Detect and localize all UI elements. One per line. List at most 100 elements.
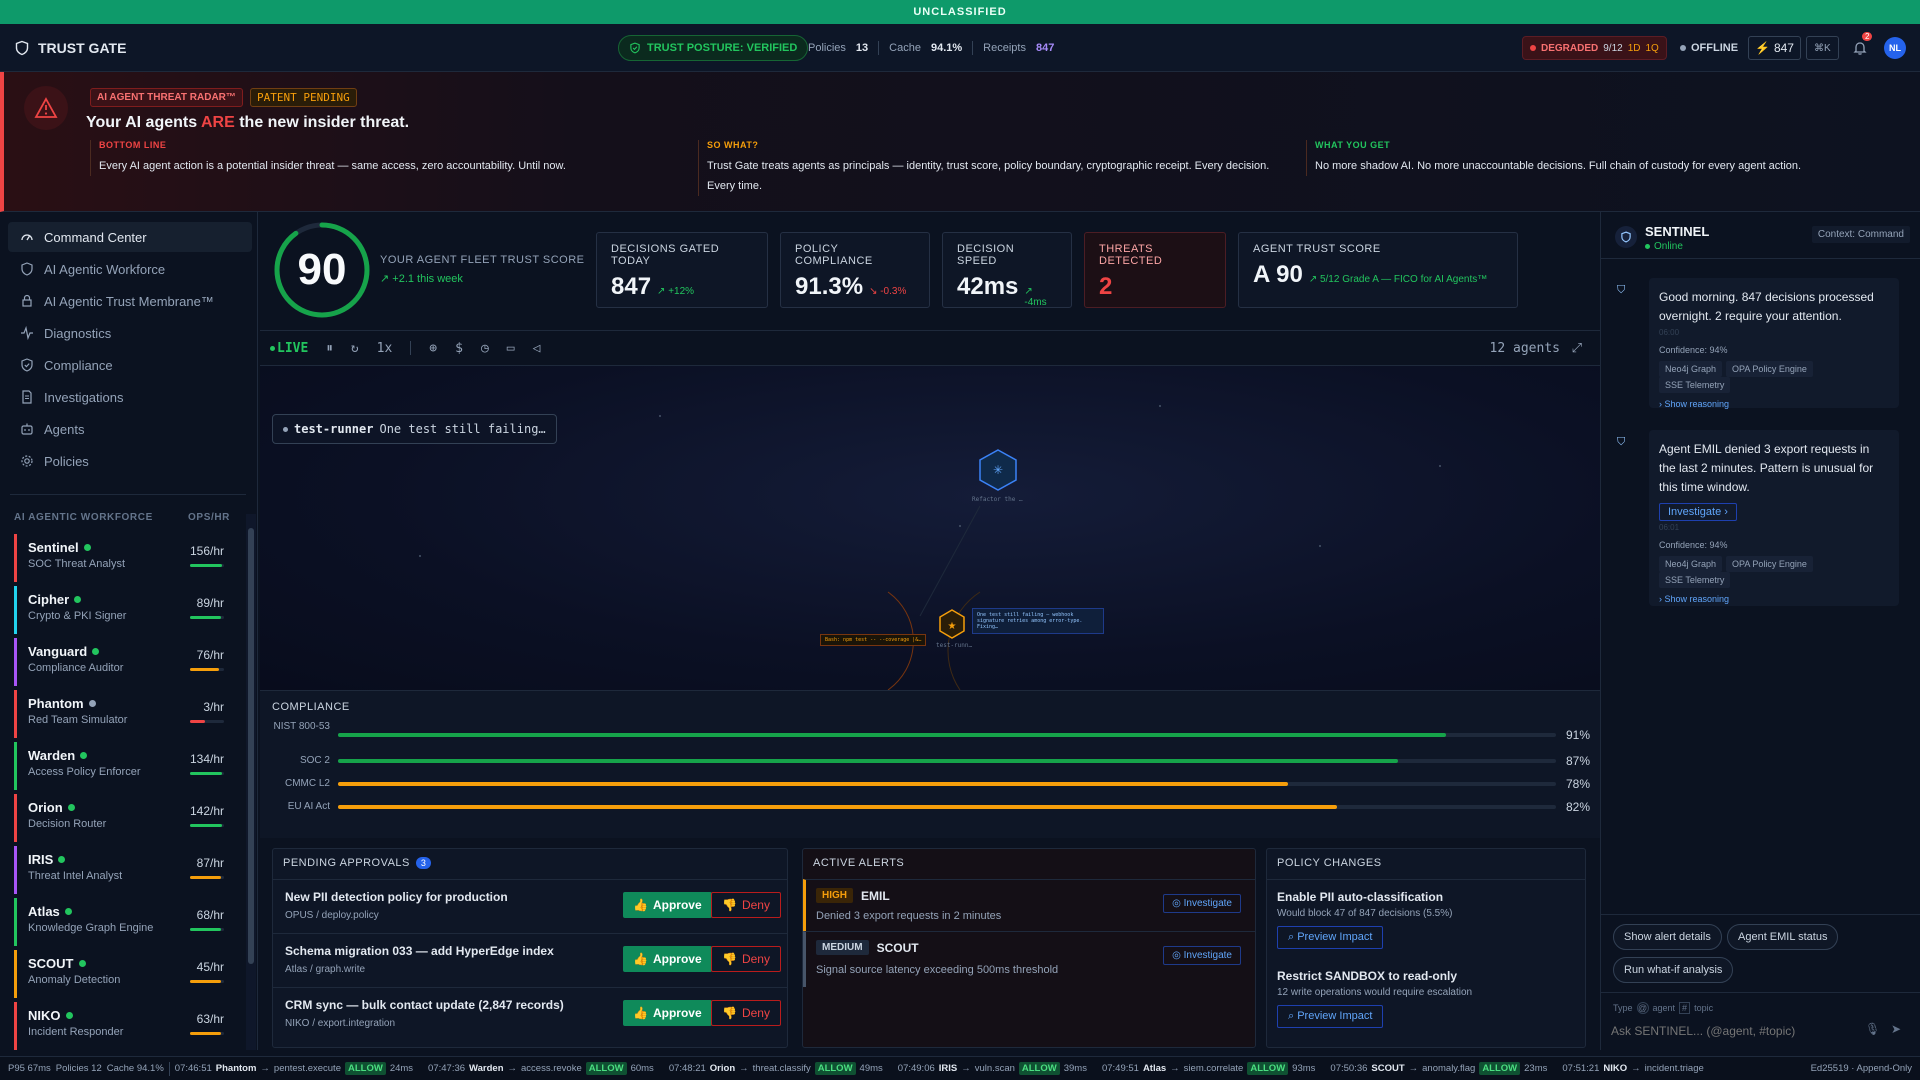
agent-row[interactable]: Warden Access Policy Enforcer 134/hr <box>14 742 232 790</box>
agent-row[interactable]: Orion Decision Router 142/hr <box>14 794 232 842</box>
compliance-row[interactable]: CMMC L2 78% <box>260 774 1600 794</box>
command-palette-shortcut[interactable]: ⌘K <box>1806 36 1839 60</box>
agent-row[interactable]: NIKO Incident Responder 63/hr <box>14 1002 232 1050</box>
signature-label: Ed25519 · Append-Only <box>1810 1063 1912 1074</box>
investigate-button[interactable]: ◎ Investigate <box>1163 894 1241 913</box>
node-label: test-runn… <box>936 642 973 649</box>
agent-row[interactable]: Sentinel SOC Threat Analyst 156/hr <box>14 534 232 582</box>
agent-activity-bar <box>190 720 224 723</box>
preview-impact-button[interactable]: ⌕ Preview Impact <box>1277 926 1384 949</box>
agent-role: Knowledge Graph Engine <box>28 922 154 934</box>
kpi-decision-speed[interactable]: DECISION SPEED 42ms ↗ -4ms <box>942 232 1072 308</box>
nav-diagnostics[interactable]: Diagnostics <box>8 318 252 348</box>
alert-agent: SCOUT <box>876 940 919 955</box>
trust-posture-badge[interactable]: TRUST POSTURE: VERIFIED <box>618 35 809 61</box>
show-reasoning-link[interactable]: › Show reasoning <box>1659 399 1889 409</box>
hint-agent: agent <box>1652 1003 1676 1013</box>
replay-icon[interactable]: ↻ <box>351 341 359 356</box>
agent-status-dot <box>58 856 66 863</box>
suggestion-chip[interactable]: Agent EMIL status <box>1727 924 1839 950</box>
ticker-event[interactable]: 07:49:06 IRIS → vuln.scan ALLOW 39ms <box>898 1062 1087 1075</box>
context-badge[interactable]: Context: Command <box>1811 226 1910 243</box>
avatar[interactable]: NL <box>1884 37 1906 59</box>
message-time: 06:01 <box>1659 523 1680 532</box>
suggestion-chip[interactable]: Run what-if analysis <box>1613 957 1734 983</box>
nav-policies[interactable]: Policies <box>8 446 252 476</box>
activity-toast[interactable]: test-runner One test still failing… <box>272 414 557 444</box>
agent-row[interactable]: Cipher Crypto & PKI Signer 89/hr <box>14 586 232 634</box>
replay-toolbar: LIVE ⏸ ↻ 1x ⊕ $ ◷ ▭ ◁ 12 agents ⤢ <box>260 330 1600 366</box>
chat-input[interactable] <box>1611 1020 1851 1042</box>
nav-trust-membrane[interactable]: AI Agentic Trust Membrane™ <box>8 286 252 316</box>
nav-command-center[interactable]: Command Center <box>8 222 252 252</box>
kpi-threats-detected[interactable]: THREATS DETECTED 2 <box>1084 232 1226 308</box>
scrollbar-thumb[interactable] <box>248 528 254 964</box>
microphone-icon[interactable]: 🎙 <box>1865 1022 1880 1036</box>
agent-activity-bar <box>190 616 224 619</box>
deny-label: Deny <box>741 1006 770 1020</box>
deny-button[interactable]: 👎 Deny <box>711 1000 781 1026</box>
deny-button[interactable]: 👎 Deny <box>711 946 781 972</box>
kpi-agent-trust-score[interactable]: AGENT TRUST SCORE A 90 ↗ 5/12 Grade A — F… <box>1238 232 1518 308</box>
fleet-score-value: 90 <box>297 245 347 294</box>
investigate-button[interactable]: ◎ Investigate <box>1163 946 1241 965</box>
approve-button[interactable]: 👍 Approve <box>623 892 712 918</box>
brand[interactable]: TRUST GATE <box>14 24 126 72</box>
alert-item[interactable]: MEDIUM SCOUT Signal source latency exceed… <box>803 931 1255 987</box>
approve-button[interactable]: 👍 Approve <box>623 1000 712 1026</box>
expand-icon[interactable]: ⤢ <box>1572 341 1582 356</box>
ticker-event[interactable]: 07:47:36 Warden → access.revoke ALLOW 60… <box>428 1062 654 1075</box>
divider <box>1601 992 1920 993</box>
decision-counter[interactable]: ⚡ 847 <box>1748 36 1801 60</box>
verdict-badge: ALLOW <box>1479 1062 1521 1075</box>
deny-button[interactable]: 👎 Deny <box>711 892 781 918</box>
kpi-policy-compliance[interactable]: POLICY COMPLIANCE 91.3% ↘ -0.3% <box>780 232 930 308</box>
ticker-event[interactable]: 07:46:51 Phantom → pentest.execute ALLOW… <box>175 1062 413 1075</box>
alert-item[interactable]: HIGH EMIL Denied 3 export requests in 2 m… <box>803 879 1255 931</box>
agent-name-text: NIKO <box>28 1008 61 1023</box>
compliance-row[interactable]: SOC 2 87% <box>260 751 1600 771</box>
agent-list-scrollbar[interactable] <box>246 514 256 1050</box>
shield-check-icon <box>21 358 33 372</box>
agent-row[interactable]: Phantom Red Team Simulator 3/hr <box>14 690 232 738</box>
ticker-event[interactable]: 07:48:21 Orion → threat.classify ALLOW 4… <box>669 1062 883 1075</box>
ticker-event[interactable]: 07:51:21 NIKO → incident.triage <box>1562 1063 1703 1074</box>
notifications-button[interactable]: 2 <box>1852 32 1873 60</box>
agent-activity-bar <box>190 772 224 775</box>
investigate-label: Investigate <box>1183 950 1232 961</box>
pause-icon[interactable]: ⏸ <box>326 341 333 356</box>
kpi-label: DECISIONS GATED TODAY <box>611 243 720 267</box>
speed-selector[interactable]: 1x <box>377 341 393 356</box>
agent-activity-canvas[interactable]: ✳ ★ test-runner One test still failing… … <box>260 366 1600 690</box>
compliance-row[interactable]: EU AI Act 82% <box>260 797 1600 817</box>
ticker-event[interactable]: 07:49:51 Atlas → siem.correlate ALLOW 93… <box>1102 1062 1315 1075</box>
offline-status[interactable]: OFFLINE <box>1680 36 1738 60</box>
cost-icon[interactable]: $ <box>455 341 463 356</box>
mute-icon[interactable]: ◁ <box>533 341 541 356</box>
comment-icon[interactable]: ▭ <box>507 341 515 356</box>
agent-row[interactable]: IRIS Threat Intel Analyst 87/hr <box>14 846 232 894</box>
agent-name-text: Warden <box>28 748 76 763</box>
nav-compliance[interactable]: Compliance <box>8 350 252 380</box>
approve-button[interactable]: 👍 Approve <box>623 946 712 972</box>
clock-icon[interactable]: ◷ <box>481 341 489 356</box>
live-indicator[interactable]: LIVE <box>270 341 308 356</box>
panel-title: POLICY CHANGES <box>1277 857 1382 869</box>
agent-row[interactable]: SCOUT Anomaly Detection 45/hr <box>14 950 232 998</box>
investigate-button[interactable]: Investigate › <box>1659 503 1737 521</box>
preview-impact-button[interactable]: ⌕ Preview Impact <box>1277 1005 1384 1028</box>
kpi-decisions-gated[interactable]: DECISIONS GATED TODAY 847 ↗ +12% <box>596 232 768 308</box>
event-action: pentest.execute <box>273 1063 341 1074</box>
degraded-badge[interactable]: DEGRADED 9/12 1D 1Q <box>1522 36 1667 60</box>
ticker-event[interactable]: 07:50:36 SCOUT → anomaly.flag ALLOW 23ms <box>1330 1062 1547 1075</box>
agent-row[interactable]: Atlas Knowledge Graph Engine 68/hr <box>14 898 232 946</box>
send-icon[interactable]: ➤ <box>1891 1022 1901 1036</box>
nav-investigations[interactable]: Investigations <box>8 382 252 412</box>
nav-agents[interactable]: Agents <box>8 414 252 444</box>
compliance-row[interactable]: NIST 800-53 91% <box>260 721 1600 745</box>
nav-ai-agentic-workforce[interactable]: AI Agentic Workforce <box>8 254 252 284</box>
suggestion-chip[interactable]: Show alert details <box>1613 924 1722 950</box>
agent-row[interactable]: Vanguard Compliance Auditor 76/hr <box>14 638 232 686</box>
zoom-icon[interactable]: ⊕ <box>429 341 437 356</box>
show-reasoning-link[interactable]: › Show reasoning <box>1659 594 1889 604</box>
